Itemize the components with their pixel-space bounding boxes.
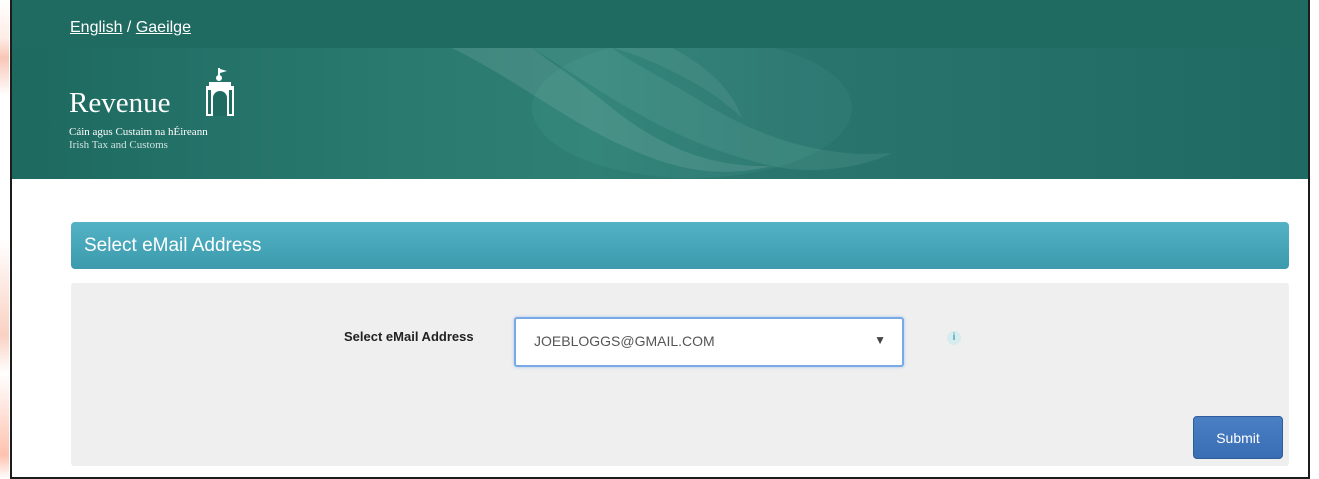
submit-button[interactable]: Submit — [1193, 416, 1283, 459]
customs-house-icon — [206, 68, 234, 116]
email-select-value: JOEBLOGGS@GMAIL.COM — [534, 333, 715, 349]
logo-irish-subtitle: Cáin agus Custaim na hÉireann — [69, 126, 208, 138]
section-title: Select eMail Address — [84, 235, 262, 256]
header-banner: Revenue Cáin agus Custaim na hÉireann Ir… — [12, 48, 1308, 179]
logo-wordmark: Revenue — [69, 87, 171, 119]
language-separator: / — [122, 19, 136, 36]
email-select-label: Select eMail Address — [344, 329, 474, 344]
form-panel: Select eMail Address JOEBLOGGS@GMAIL.COM… — [71, 283, 1289, 466]
email-select[interactable]: JOEBLOGGS@GMAIL.COM ▼ — [514, 317, 904, 367]
left-edge-decoration — [0, 0, 9, 479]
gaeilge-link[interactable]: Gaeilge — [136, 19, 191, 36]
page-frame: English / Gaeilge Revenue Cáin agus Cust… — [10, 0, 1310, 479]
english-link[interactable]: English — [70, 19, 122, 36]
language-switcher: English / Gaeilge — [70, 19, 191, 37]
logo-english-subtitle: Irish Tax and Customs — [69, 139, 168, 151]
language-bar: English / Gaeilge — [12, 0, 1308, 48]
info-icon[interactable]: i — [947, 331, 961, 345]
dropdown-arrow-icon: ▼ — [874, 333, 886, 347]
section-header: Select eMail Address — [71, 222, 1289, 269]
